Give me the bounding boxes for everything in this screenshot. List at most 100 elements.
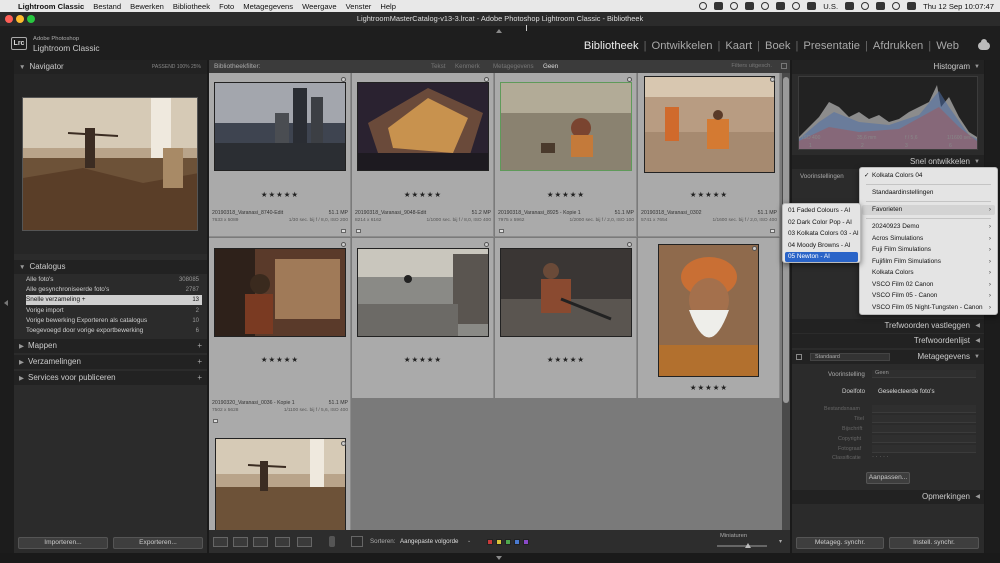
- photo-thumbnail[interactable]: [214, 82, 346, 171]
- submenu-item-highlighted[interactable]: 05 Newton - AI: [785, 252, 858, 262]
- navigator-header[interactable]: ▼ Navigator PASSEND 100% 25%: [14, 60, 207, 74]
- collections-header[interactable]: ▶ Verzamelingen +: [14, 355, 207, 369]
- sort-direction-icon[interactable]: [351, 536, 363, 547]
- copyright-field[interactable]: [872, 435, 976, 443]
- minimize-window-button[interactable]: [16, 15, 24, 23]
- photo-cell[interactable]: ★★★★★: [352, 238, 494, 402]
- catalog-row[interactable]: Toegevoegd door vorige exportbewerking 6: [26, 326, 202, 336]
- menu-item-kolkata-colors[interactable]: Kolkata Colors ›: [862, 268, 995, 278]
- photo-thumbnail[interactable]: [357, 82, 489, 171]
- grid-scrollbar[interactable]: [782, 73, 790, 530]
- import-button[interactable]: Importeren...: [18, 537, 108, 549]
- menu-item-fuji-film[interactable]: Fuji Film Simulations ›: [862, 245, 995, 255]
- photo-cell[interactable]: ★★★★★: [638, 238, 780, 402]
- submenu-item[interactable]: 02 Dark Color Pop - AI: [785, 218, 858, 228]
- wifi-icon[interactable]: [861, 2, 870, 10]
- menu-item-vsco-05[interactable]: VSCO Film 05 - Canon ›: [862, 291, 995, 301]
- filter-tab-text[interactable]: Tekst: [431, 60, 445, 73]
- photo-thumbnail[interactable]: [215, 438, 346, 530]
- photo-thumbnail[interactable]: [357, 248, 489, 337]
- catalog-row[interactable]: Alle gesynchroniseerde foto's 2787: [26, 285, 202, 295]
- battery-icon[interactable]: [876, 2, 886, 10]
- catalog-row[interactable]: Alle foto's 308085: [26, 275, 202, 285]
- filter-tab-attribute[interactable]: Kenmerk: [455, 60, 480, 73]
- menu-foto[interactable]: Foto: [219, 2, 234, 11]
- filter-tab-none[interactable]: Geen: [543, 60, 558, 73]
- menu-help[interactable]: Help: [380, 2, 396, 11]
- color-label-red[interactable]: [487, 539, 493, 545]
- keywording-header[interactable]: Trefwoorden vastleggen ◀: [792, 319, 984, 333]
- photo-thumbnail[interactable]: [214, 248, 346, 337]
- metadata-preset-dropdown[interactable]: Standaard: [810, 353, 890, 361]
- menu-metagegevens[interactable]: Metagegevens: [243, 2, 293, 11]
- photo-cell[interactable]: ★★★★★ 20190318_Varanasi_8740-Edit 51.1 MP…: [209, 73, 351, 237]
- loupe-view-icon[interactable]: [233, 537, 248, 547]
- collapse-top-arrow-icon[interactable]: [496, 29, 502, 33]
- search-icon[interactable]: [892, 2, 901, 10]
- submenu-item[interactable]: 04 Moody Browns - AI: [785, 241, 858, 251]
- star-rating[interactable]: ★★★★★: [209, 355, 351, 364]
- export-button[interactable]: Exporteren...: [113, 537, 203, 549]
- cloud-sync-icon[interactable]: [978, 39, 990, 50]
- sort-order-dropdown[interactable]: Aangepaste volgorde: [400, 538, 458, 545]
- collapse-bottom-arrow-icon[interactable]: [496, 556, 502, 560]
- rating-dots[interactable]: · · · · ·: [872, 454, 889, 460]
- navigator-zoom-options[interactable]: PASSEND 100% 25%: [152, 60, 201, 74]
- compare-view-icon[interactable]: [253, 537, 268, 547]
- sync-metadata-button[interactable]: Metageg. synchr.: [796, 537, 884, 549]
- photo-thumbnail[interactable]: [500, 248, 632, 337]
- photo-thumbnail[interactable]: [644, 76, 775, 173]
- color-label-green[interactable]: [505, 539, 511, 545]
- photo-thumbnail[interactable]: [500, 82, 632, 171]
- module-afdrukken[interactable]: Afdrukken: [868, 40, 928, 52]
- color-label-purple[interactable]: [523, 539, 529, 545]
- star-rating[interactable]: ★★★★★: [638, 383, 780, 392]
- fotograaf-field[interactable]: [872, 445, 976, 453]
- module-presentatie[interactable]: Presentatie: [798, 40, 865, 52]
- people-view-icon[interactable]: [297, 537, 312, 547]
- menu-bestand[interactable]: Bestand: [93, 2, 121, 11]
- lock-icon[interactable]: [781, 63, 787, 69]
- menu-item-fujifilm[interactable]: Fujifilm Film Simulations ›: [862, 257, 995, 267]
- add-service-icon[interactable]: +: [197, 371, 202, 385]
- menu-item-20240923-demo[interactable]: 20240923 Demo ›: [862, 222, 995, 232]
- grid-view-icon[interactable]: [213, 537, 228, 547]
- badge-icon[interactable]: [770, 229, 775, 233]
- survey-view-icon[interactable]: [275, 537, 290, 547]
- status-icon[interactable]: [730, 2, 739, 10]
- metadata-header[interactable]: Standaard Metagegevens ▼: [792, 350, 984, 364]
- status-icon[interactable]: [714, 2, 724, 10]
- color-label-yellow[interactable]: [496, 539, 502, 545]
- histogram-header[interactable]: Histogram ▼: [792, 60, 984, 74]
- filmstrip-edge[interactable]: [0, 553, 1000, 563]
- module-web[interactable]: Web: [931, 40, 964, 52]
- menu-item-kolkata-colors-04[interactable]: ✓ Kolkata Colors 04: [862, 171, 995, 181]
- metadata-options-icon[interactable]: [796, 354, 802, 360]
- zoom-window-button[interactable]: [27, 15, 35, 23]
- add-collection-icon[interactable]: +: [197, 355, 202, 369]
- star-rating[interactable]: ★★★★★: [495, 355, 637, 364]
- publish-services-header[interactable]: ▶ Services voor publiceren +: [14, 371, 207, 385]
- status-icon[interactable]: [761, 2, 770, 10]
- status-icon[interactable]: [807, 2, 817, 10]
- star-rating[interactable]: ★★★★★: [352, 355, 494, 364]
- module-bibliotheek[interactable]: Bibliotheek: [579, 40, 644, 52]
- control-center-icon[interactable]: [907, 2, 917, 10]
- photo-cell[interactable]: 20190320_Varanasi_0036 - Kopie 1 51.1 MP …: [209, 398, 351, 530]
- comments-header[interactable]: Opmerkingen ◀: [792, 490, 984, 504]
- left-edge[interactable]: [0, 60, 14, 553]
- filters-off-menu[interactable]: Filters uitgesch.: [731, 60, 772, 73]
- star-rating[interactable]: ★★★★★: [638, 190, 780, 199]
- photo-thumbnail[interactable]: [658, 244, 759, 377]
- voorinstelling-dropdown[interactable]: Geen: [872, 370, 976, 378]
- photo-cell[interactable]: ★★★★★: [209, 238, 351, 402]
- submenu-item[interactable]: 03 Kolkata Colors 03 - AI: [785, 229, 859, 239]
- star-rating[interactable]: ★★★★★: [495, 190, 637, 199]
- menu-item-vsco-05-night[interactable]: VSCO Film 05 Night-Tungsten - Canon ›: [862, 303, 995, 313]
- toolbar-menu-chevron-icon[interactable]: ▾: [779, 538, 782, 545]
- navigator-preview[interactable]: [22, 97, 198, 231]
- badge-icon[interactable]: [341, 229, 346, 233]
- catalog-header[interactable]: ▼ Catalogus: [14, 260, 207, 274]
- star-rating[interactable]: ★★★★★: [209, 190, 351, 199]
- menu-weergave[interactable]: Weergave: [302, 2, 336, 11]
